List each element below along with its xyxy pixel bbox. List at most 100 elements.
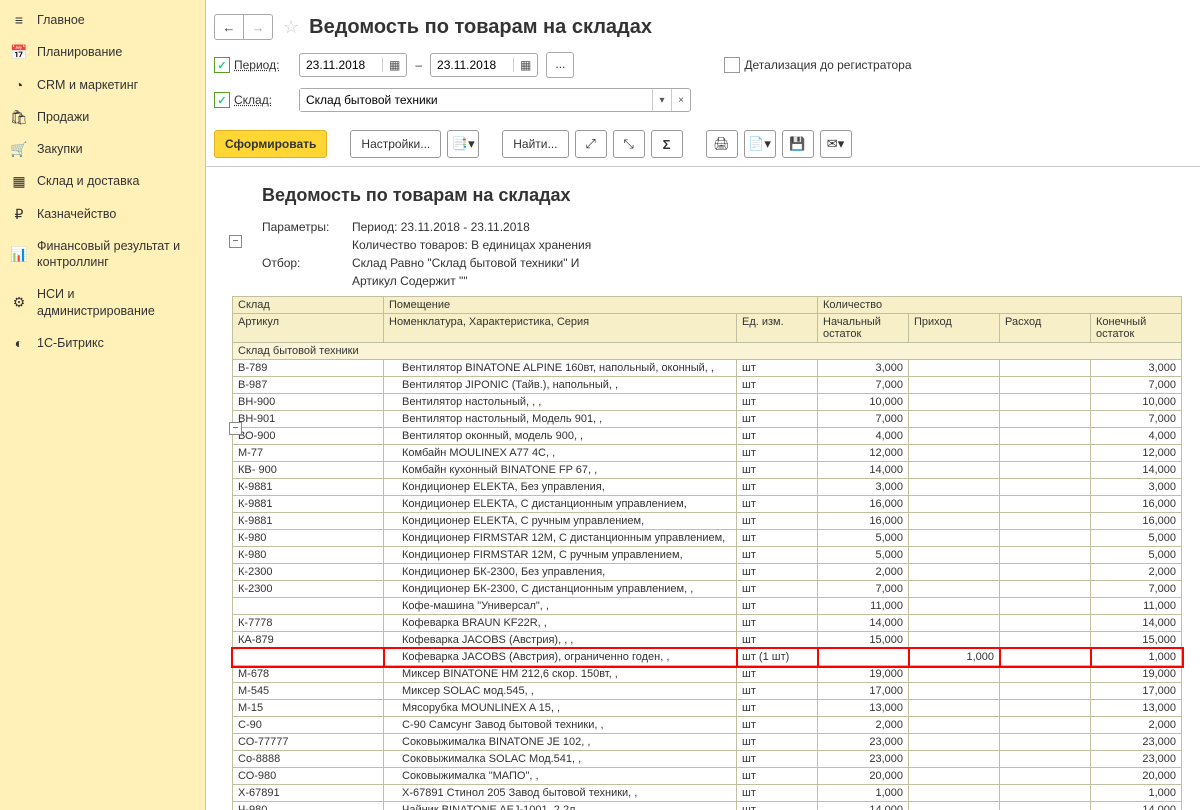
report-title: Ведомость по товарам на складах [262, 185, 1184, 206]
sklad-combo[interactable]: ▾ × [299, 88, 691, 112]
sklad-checkbox[interactable] [214, 92, 230, 108]
table-row[interactable]: К-980Кондиционер FIRMSTAR 12M, С ручным … [233, 547, 1182, 564]
table-row[interactable]: М-15Мясорубка MOUNLINEX A 15, ,шт13,0001… [233, 700, 1182, 717]
table-row[interactable]: К-9881Кондиционер ELEKTA, С ручным управ… [233, 513, 1182, 530]
detail-checkbox[interactable] [724, 57, 740, 73]
tree-toggle[interactable]: − [229, 422, 242, 435]
sidebar: ≡ Главное 📅 Планирование ◔ CRM и маркетинг 🛍 Пр… [0, 0, 206, 810]
table-row[interactable]: В-789Вентилятор BINATONE ALPINE 160вт, н… [233, 360, 1182, 377]
table-row[interactable]: К-980Кондиционер FIRMSTAR 12M, С дистанц… [233, 530, 1182, 547]
table-row[interactable]: М-678Миксер BINATONE HM 212,6 скор. 150в… [233, 666, 1182, 683]
period-label: Период: [234, 58, 289, 72]
sidebar-item-label: Главное [37, 12, 85, 28]
menu-icon: 📅 [11, 44, 27, 60]
settings-button[interactable]: Настройки... [350, 130, 441, 158]
table-row[interactable]: ВН-900Вентилятор настольный, , ,шт10,000… [233, 394, 1182, 411]
chevron-down-icon[interactable]: ▾ [652, 89, 671, 111]
table-row[interactable]: К-7778Кофеварка BRAUN KF22R, ,шт14,00014… [233, 615, 1182, 632]
date-to-input[interactable]: ▦ [430, 53, 538, 77]
nav-back-button[interactable]: ← [214, 14, 244, 40]
form-button[interactable]: Сформировать [214, 130, 327, 158]
period-picker-button[interactable]: ... [546, 52, 574, 78]
table-row[interactable]: К-9881Кондиционер ELEKTA, С дистанционны… [233, 496, 1182, 513]
date-to-field[interactable] [431, 55, 513, 75]
report-table: СкладПомещениеКоличествоАртикулНоменклат… [232, 296, 1182, 810]
date-from-input[interactable]: ▦ [299, 53, 407, 77]
sidebar-item-1[interactable]: 📅 Планирование [0, 36, 205, 68]
sidebar-item-label: 1С-Битрикс [37, 335, 104, 351]
period-checkbox[interactable] [214, 57, 230, 73]
menu-icon: ≡ [11, 12, 27, 28]
favorite-star-icon[interactable]: ☆ [283, 17, 299, 38]
sklad-field[interactable] [300, 89, 652, 111]
sidebar-item-label: Планирование [37, 44, 122, 60]
menu-icon: 📊 [11, 246, 27, 262]
table-row[interactable]: Х-67891Х-67891 Стинол 205 Завод бытовой … [233, 785, 1182, 802]
page-title: Ведомость по товарам на складах [309, 16, 652, 39]
menu-icon: ⚙ [11, 295, 27, 311]
params-label: Параметры: [262, 218, 352, 254]
tree-toggle[interactable]: − [229, 235, 242, 248]
table-row[interactable]: СО-77777Соковыжималка BINATONE JE 102, ,… [233, 734, 1182, 751]
clear-icon[interactable]: × [671, 89, 690, 111]
sidebar-item-label: Склад и доставка [37, 173, 139, 189]
table-row[interactable]: Со-8888Соковыжималка SOLAC Мод.541, ,шт2… [233, 751, 1182, 768]
collapse-button[interactable]: ⤡ [613, 130, 645, 158]
sklad-label: Склад: [234, 93, 289, 107]
sidebar-item-7[interactable]: 📊 Финансовый результат и контроллинг [0, 230, 205, 279]
table-row[interactable]: ВО-900Вентилятор оконный, модель 900, ,ш… [233, 428, 1182, 445]
table-row[interactable]: С-90С-90 Самсунг Завод бытовой техники, … [233, 717, 1182, 734]
menu-icon: ◔ [11, 77, 27, 93]
sidebar-item-0[interactable]: ≡ Главное [0, 4, 205, 36]
sidebar-item-5[interactable]: ▦ Склад и доставка [0, 165, 205, 197]
sidebar-item-6[interactable]: ₽ Казначейство [0, 198, 205, 230]
print-menu-button[interactable]: 📄▾ [744, 130, 776, 158]
calendar-icon[interactable]: ▦ [382, 58, 406, 72]
report-area: − Ведомость по товарам на складах Параме… [206, 167, 1200, 810]
sidebar-item-label: Казначейство [37, 206, 116, 222]
sidebar-item-label: Продажи [37, 109, 89, 125]
filter-label: Отбор: [262, 254, 352, 290]
sidebar-item-4[interactable]: 🛒 Закупки [0, 133, 205, 165]
sidebar-item-label: CRM и маркетинг [37, 77, 138, 93]
table-row[interactable]: КВ- 900Комбайн кухонный BINATONE FP 67, … [233, 462, 1182, 479]
sidebar-item-9[interactable]: ◐ 1С-Битрикс [0, 327, 205, 359]
table-row[interactable]: К-2300Кондиционер БК-2300, Без управлени… [233, 564, 1182, 581]
main: ← → ☆ Ведомость по товарам на складах Пе… [206, 0, 1200, 810]
table-row[interactable]: ВН-901Вентилятор настольный, Модель 901,… [233, 411, 1182, 428]
expand-button[interactable]: ⤢ [575, 130, 607, 158]
table-row[interactable]: В-987Вентилятор JIPONIC (Тайв.), напольн… [233, 377, 1182, 394]
sidebar-item-3[interactable]: 🛍 Продажи [0, 101, 205, 133]
calendar-icon[interactable]: ▦ [513, 58, 537, 72]
print-button[interactable]: 🖨 [706, 130, 738, 158]
table-row[interactable]: Кофе-машина "Универсал", ,шт11,00011,000 [233, 598, 1182, 615]
nav-forward-button[interactable]: → [244, 14, 273, 40]
sidebar-item-8[interactable]: ⚙ НСИ и администрирование [0, 278, 205, 327]
filters: Период: ▦ – ▦ ... Детализация до регистр… [206, 50, 1200, 124]
table-row[interactable]: М-77Комбайн MOULINEX A77 4C, ,шт12,00012… [233, 445, 1182, 462]
save-button[interactable]: 💾 [782, 130, 814, 158]
table-row[interactable]: К-9881Кондиционер ELEKTA, Без управления… [233, 479, 1182, 496]
date-from-field[interactable] [300, 55, 382, 75]
email-button[interactable]: ✉▾ [820, 130, 852, 158]
menu-icon: ₽ [11, 206, 27, 222]
sidebar-item-label: Финансовый результат и контроллинг [37, 238, 194, 271]
titlebar: ← → ☆ Ведомость по товарам на складах [206, 0, 1200, 50]
find-button[interactable]: Найти... [502, 130, 568, 158]
table-row[interactable]: К-2300Кондиционер БК-2300, С дистанционн… [233, 581, 1182, 598]
table-row[interactable]: СО-980Соковыжималка "МАПО", ,шт20,00020,… [233, 768, 1182, 785]
menu-icon: 🛍 [11, 109, 27, 125]
sum-button[interactable]: Σ [651, 130, 683, 158]
menu-icon: 🛒 [11, 141, 27, 157]
menu-icon: ◐ [11, 335, 27, 351]
table-row[interactable]: Ч-980Чайник BINATONE AEJ-1001, 2,2л, ,шт… [233, 802, 1182, 810]
sidebar-item-label: Закупки [37, 141, 83, 157]
sidebar-item-2[interactable]: ◔ CRM и маркетинг [0, 69, 205, 101]
sidebar-item-label: НСИ и администрирование [37, 286, 194, 319]
menu-icon: ▦ [11, 173, 27, 189]
table-row[interactable]: Кофеварка JACOBS (Австрия), ограниченно … [233, 649, 1182, 666]
toolbar: Сформировать Настройки... 📑▾ Найти... ⤢ … [206, 124, 1200, 167]
table-row[interactable]: М-545Миксер SOLAC мод.545, ,шт17,00017,0… [233, 683, 1182, 700]
variants-button[interactable]: 📑▾ [447, 130, 479, 158]
table-row[interactable]: КА-879Кофеварка JACOBS (Австрия), , ,шт1… [233, 632, 1182, 649]
